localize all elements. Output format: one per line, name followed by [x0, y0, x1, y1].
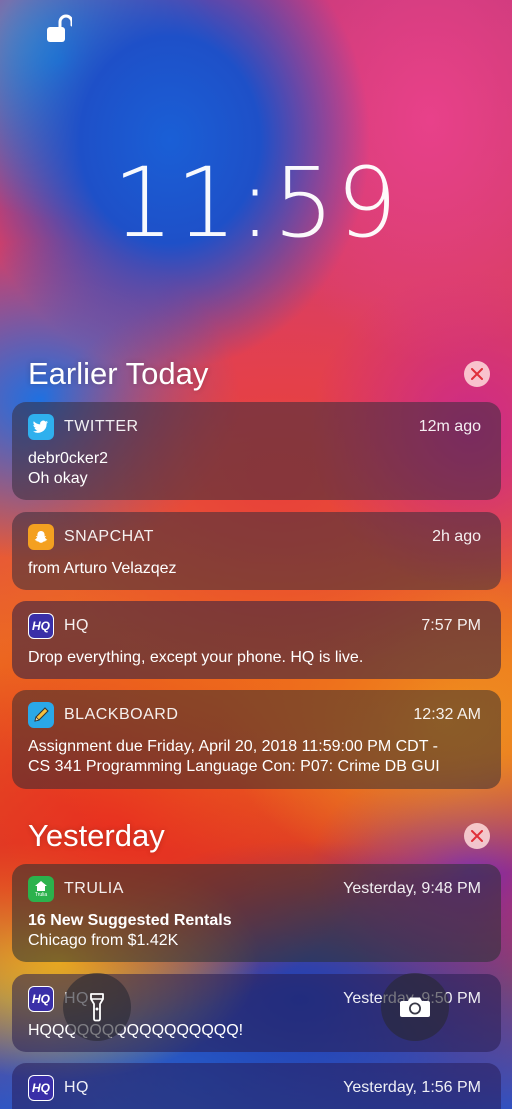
section-title: Earlier Today — [28, 356, 209, 391]
close-icon — [471, 830, 483, 842]
trulia-house-icon: Trulia — [28, 876, 54, 902]
notification-message: Drop everything, except your phone. HQ i… — [28, 649, 364, 666]
hq-icon-label: HQ — [29, 614, 53, 638]
notification-trulia[interactable]: Trulia TRULIA Yesterday, 9:48 PM 16 New … — [12, 864, 501, 962]
hq-icon: HQ — [28, 986, 54, 1012]
section-header-yesterday: Yesterday — [28, 814, 490, 858]
notification-blackboard[interactable]: BLACKBOARD 12:32 AM Assignment due Frida… — [12, 690, 501, 789]
notification-title: 16 New Suggested Rentals — [28, 912, 232, 929]
camera-icon — [400, 997, 430, 1017]
clear-notifications-button[interactable] — [464, 823, 490, 849]
snapchat-ghost-icon — [28, 524, 54, 550]
unlocked-padlock-icon — [47, 14, 72, 42]
camera-button[interactable] — [381, 973, 449, 1041]
notification-time: 12m ago — [418, 418, 481, 435]
app-name: HQ — [64, 617, 89, 634]
notification-message: Chicago from $1.42K — [28, 932, 179, 949]
notification-twitter[interactable]: TWITTER 12m ago debr0cker2 Oh okay — [12, 402, 501, 500]
clock-time: 11:59 — [112, 147, 400, 259]
hq-icon-label: HQ — [29, 987, 53, 1011]
app-name: TWITTER — [64, 418, 139, 435]
section-title: Yesterday — [28, 818, 165, 853]
notification-sender: debr0cker2 — [28, 450, 109, 467]
flashlight-icon — [90, 993, 104, 1022]
app-name: TRULIA — [64, 880, 124, 897]
app-name: BLACKBOARD — [64, 706, 179, 723]
notification-snapchat[interactable]: SNAPCHAT 2h ago from Arturo Velazqez — [12, 512, 501, 590]
notification-time: 7:57 PM — [421, 617, 481, 634]
lock-screen: 11:59 Earlier Today TWITTER 12m ago debr… — [0, 0, 512, 1109]
section-header-earlier-today: Earlier Today — [28, 352, 490, 396]
hq-icon: HQ — [28, 613, 54, 639]
flashlight-button[interactable] — [63, 973, 131, 1041]
notification-message-line1: Assignment due Friday, April 20, 2018 11… — [28, 738, 438, 755]
clear-notifications-button[interactable] — [464, 361, 490, 387]
notification-message-line2: CS 341 Programming Language Con: P07: Cr… — [28, 758, 440, 775]
notification-hq[interactable]: HQ HQ 7:57 PM Drop everything, except yo… — [12, 601, 501, 679]
notification-message: from Arturo Velazqez — [28, 560, 177, 577]
notification-hq[interactable]: HQ HQ Yesterday, 1:56 PM — [12, 1063, 501, 1109]
blackboard-pencil-icon — [28, 702, 54, 728]
notification-time: 12:32 AM — [413, 706, 481, 723]
twitter-bird-icon — [28, 414, 54, 440]
notification-message: Oh okay — [28, 470, 88, 487]
notification-time: 2h ago — [432, 528, 481, 545]
hq-icon-label: HQ — [29, 1076, 53, 1100]
hq-icon: HQ — [28, 1075, 54, 1101]
app-name: SNAPCHAT — [64, 528, 154, 545]
notification-time: Yesterday, 1:56 PM — [343, 1079, 481, 1096]
trulia-icon-label: Trulia — [34, 892, 48, 898]
app-name: HQ — [64, 1079, 89, 1096]
notification-time: Yesterday, 9:48 PM — [343, 880, 481, 897]
close-icon — [471, 368, 483, 380]
